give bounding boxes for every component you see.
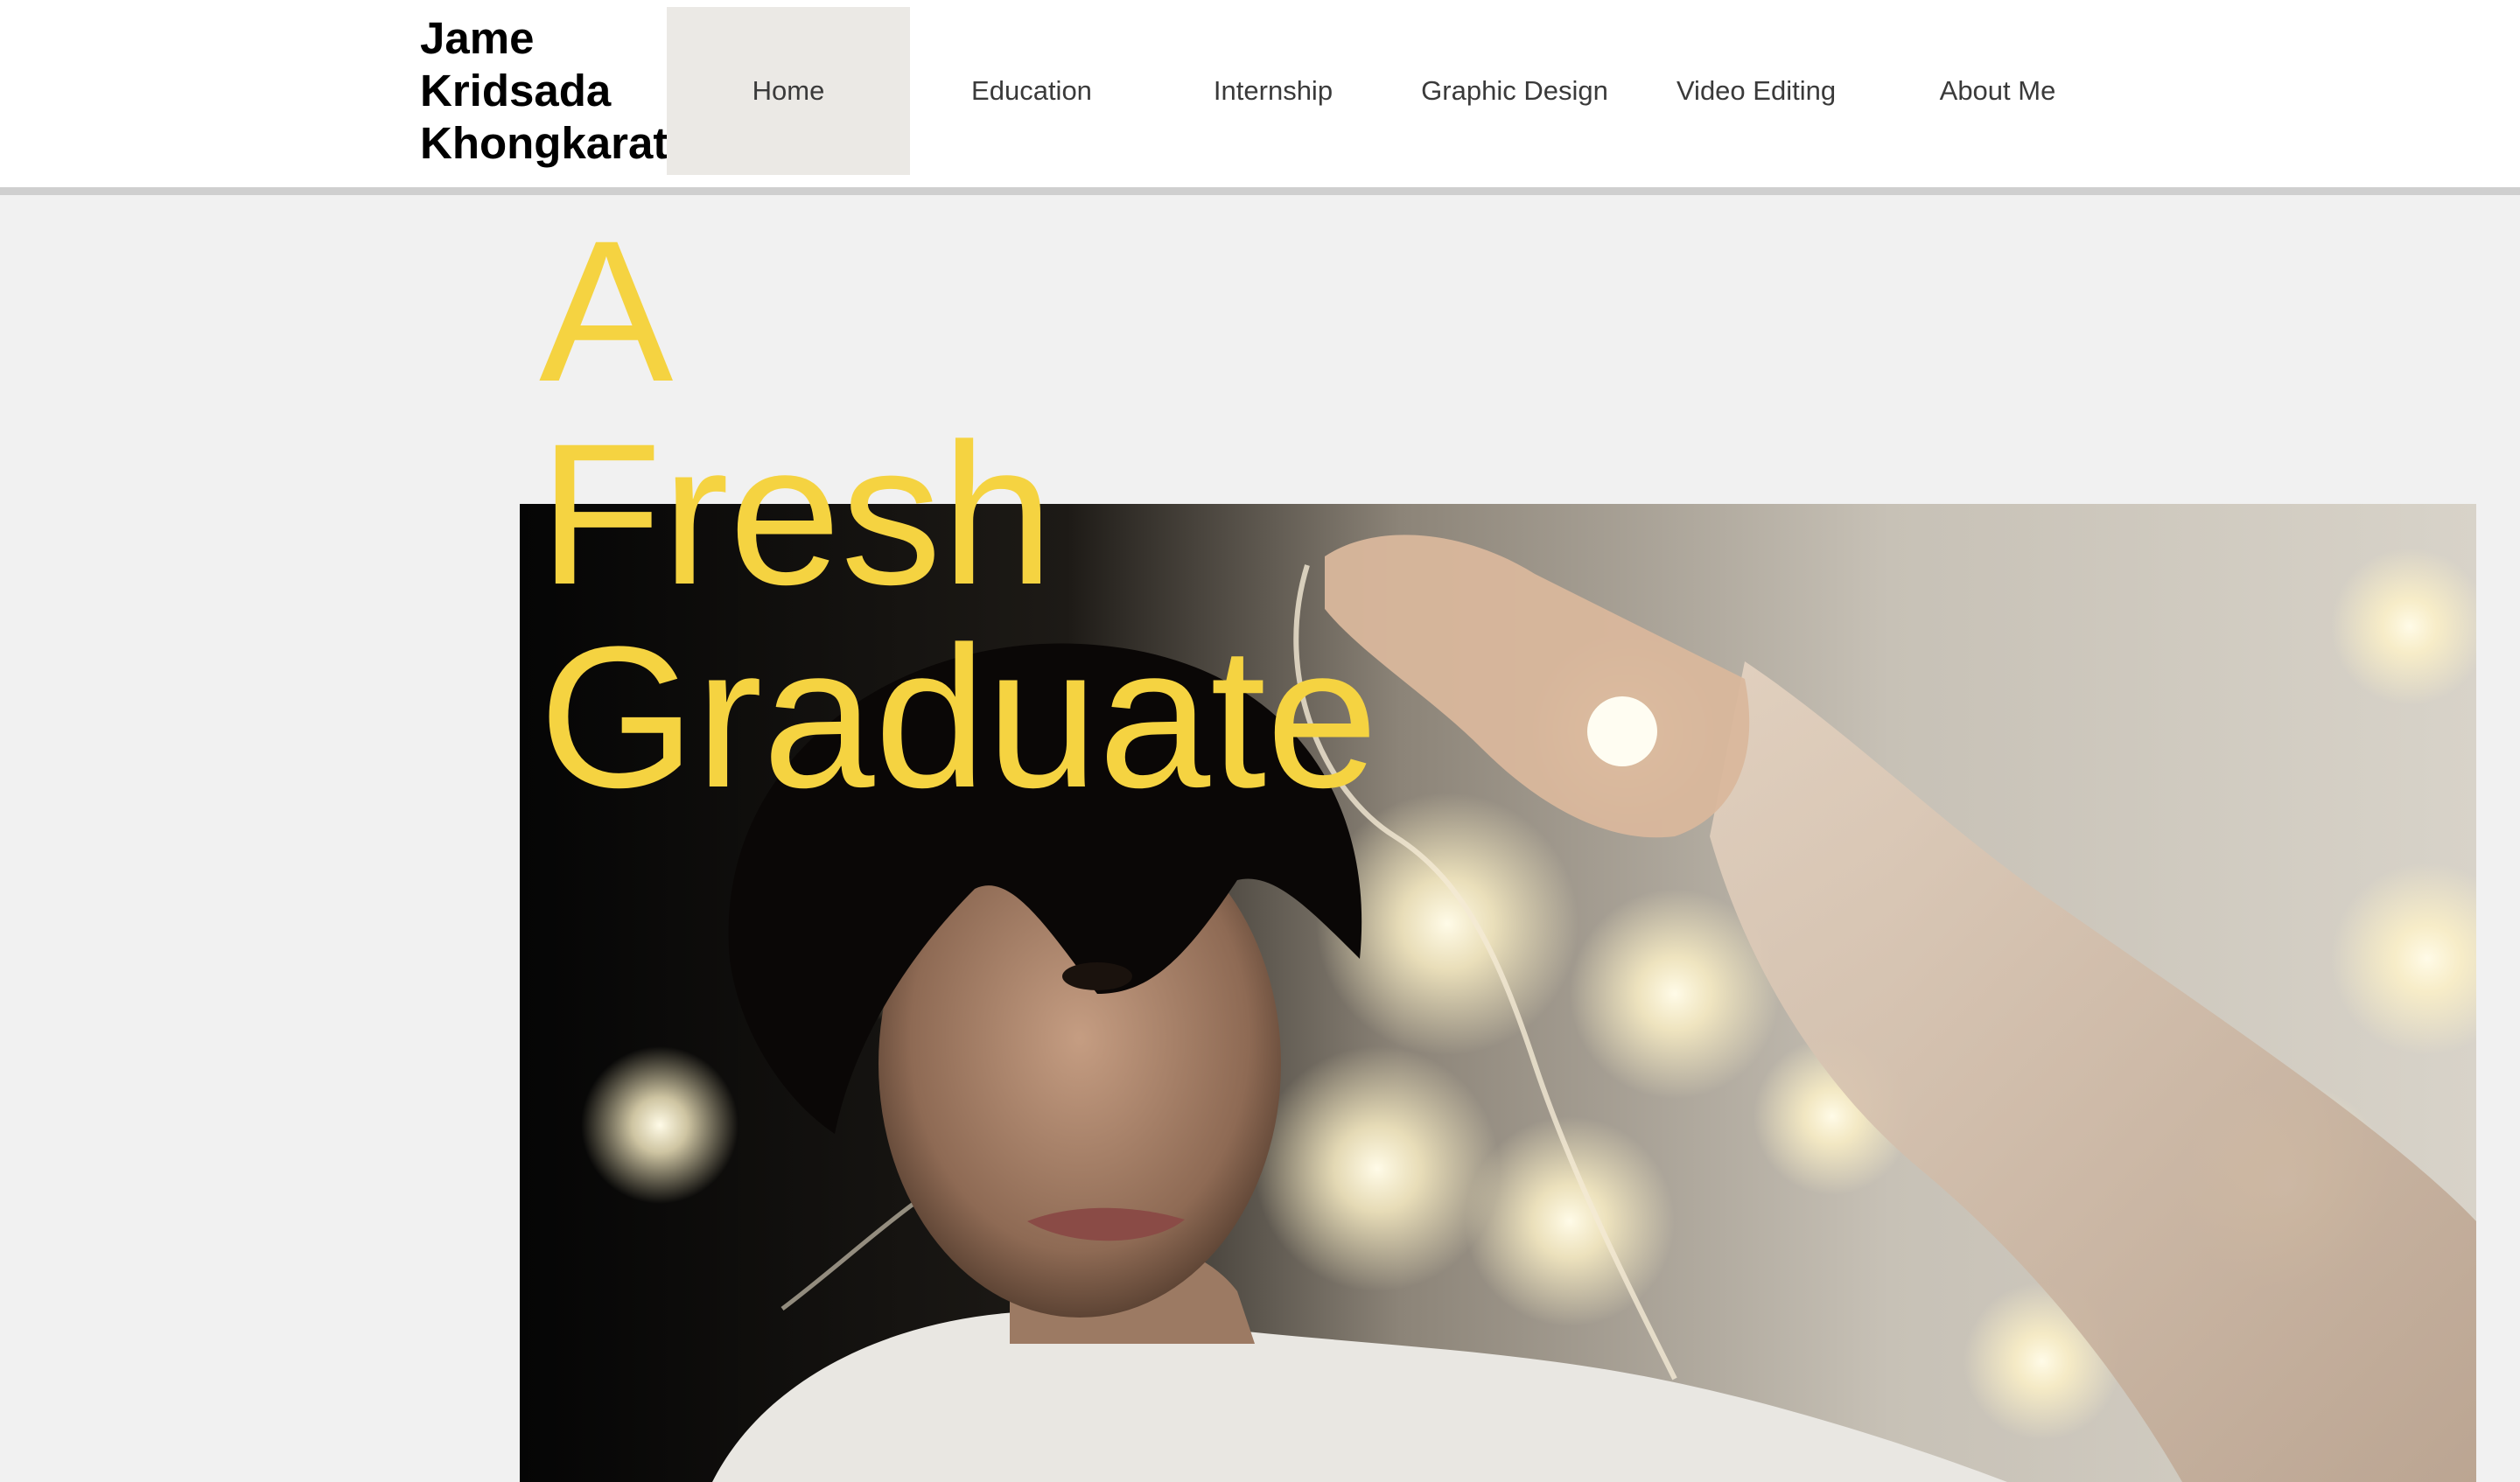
site-title[interactable]: Jame Kridsada Khongkarat [420,12,668,170]
hero-heading-line-1: A [539,199,674,423]
nav-item-home[interactable]: Home [667,7,910,175]
site-title-line-3: Khongkarat [420,118,668,168]
nav-item-about-me[interactable]: About Me [1876,7,2119,175]
nav-item-education[interactable]: Education [910,7,1153,175]
site-header: Jame Kridsada Khongkarat Home Education … [0,0,2520,187]
hero-heading: A Fresh Graduate [539,210,1589,819]
site-title-line-2: Kridsada [420,66,612,115]
nav-item-internship[interactable]: Internship [1152,7,1395,175]
nav-item-video-editing[interactable]: Video Editing [1634,7,1878,175]
header-divider [0,187,2520,195]
hero-heading-line-2: Fresh [539,402,1054,626]
hero-heading-line-3: Graduate [539,605,1378,829]
site-title-line-1: Jame [420,13,535,63]
nav-item-graphic-design[interactable]: Graphic Design [1393,7,1636,175]
